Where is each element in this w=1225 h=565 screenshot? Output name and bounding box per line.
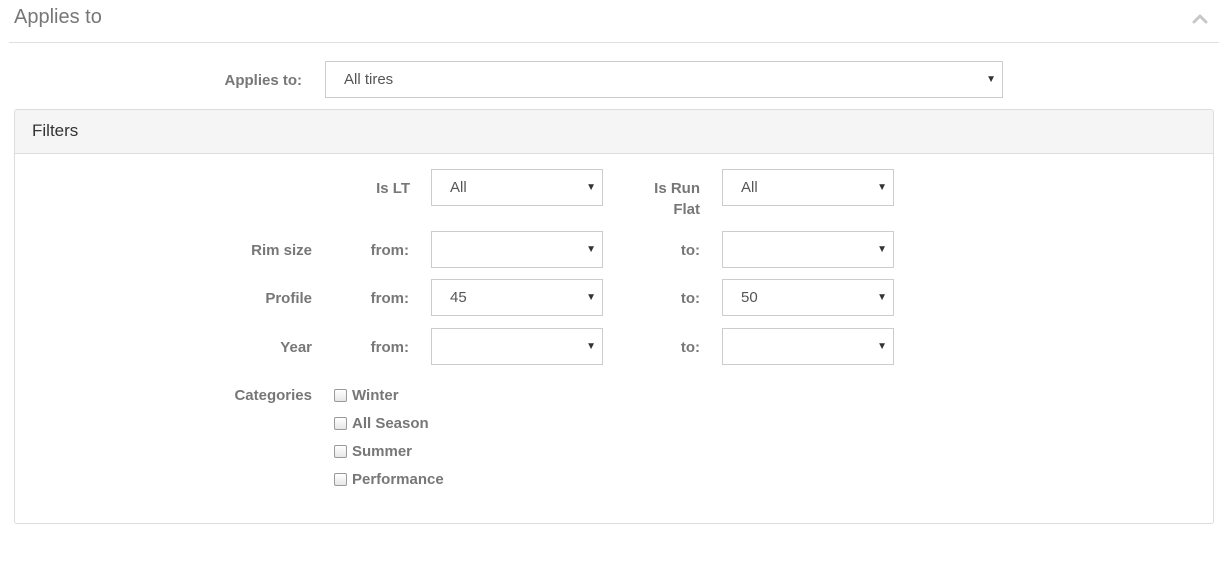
year-from-select[interactable]: ▼ (431, 328, 603, 365)
year-label: Year (280, 339, 312, 356)
is-lt-label: Is LT (376, 180, 410, 197)
caret-down-icon: ▼ (586, 182, 596, 193)
rim-size-from-label: from: (370, 242, 409, 259)
checkbox[interactable] (334, 445, 347, 458)
filters-panel: Filters (14, 109, 1214, 524)
profile-to-value: 50 (741, 289, 758, 306)
year-to-select[interactable]: ▼ (722, 328, 894, 365)
checkbox[interactable] (334, 389, 347, 402)
rim-size-to-select[interactable]: ▼ (722, 231, 894, 268)
applies-to-select[interactable]: All tires ▼ (325, 61, 1003, 98)
rim-size-to-label: to: (680, 242, 700, 259)
filters-title: Filters (32, 121, 79, 140)
is-run-flat-select[interactable]: All ▼ (722, 169, 894, 206)
profile-from-value: 45 (450, 289, 467, 306)
checkbox[interactable] (334, 473, 347, 486)
caret-down-icon: ▼ (586, 244, 596, 255)
year-to-label: to: (680, 339, 700, 356)
caret-down-icon: ▼ (586, 341, 596, 352)
is-run-flat-label-line1: Is Run (654, 180, 700, 197)
caret-down-icon: ▼ (877, 292, 887, 303)
category-label: Winter (352, 387, 399, 404)
profile-label: Profile (265, 290, 312, 307)
caret-down-icon: ▼ (877, 341, 887, 352)
category-label: All Season (352, 415, 429, 432)
applies-to-value: All tires (344, 71, 394, 88)
checkbox[interactable] (334, 417, 347, 430)
caret-down-icon: ▼ (877, 244, 887, 255)
profile-from-select[interactable]: 45 ▼ (431, 279, 603, 316)
profile-to-label: to: (680, 290, 700, 307)
profile-to-select[interactable]: 50 ▼ (722, 279, 894, 316)
year-from-label: from: (370, 339, 409, 356)
chevron-up-icon[interactable] (1191, 10, 1209, 28)
caret-down-icon: ▼ (877, 182, 887, 193)
category-label: Summer (352, 443, 413, 460)
profile-from-label: from: (370, 290, 409, 307)
rim-size-label: Rim size (251, 242, 312, 259)
section-divider (9, 42, 1219, 43)
is-run-flat-label: Is Run Flat (620, 178, 700, 220)
category-label: Performance (352, 471, 444, 488)
is-run-flat-value: All (741, 179, 758, 196)
caret-down-icon: ▼ (986, 74, 996, 85)
categories-label: Categories (234, 387, 312, 404)
filters-panel-header: Filters (15, 110, 1213, 154)
section-title: Applies to (14, 6, 102, 28)
is-lt-value: All (450, 179, 467, 196)
rim-size-from-select[interactable]: ▼ (431, 231, 603, 268)
caret-down-icon: ▼ (586, 292, 596, 303)
is-run-flat-label-line2: Flat (673, 201, 700, 218)
is-lt-select[interactable]: All ▼ (431, 169, 603, 206)
applies-to-label: Applies to: (224, 72, 303, 89)
